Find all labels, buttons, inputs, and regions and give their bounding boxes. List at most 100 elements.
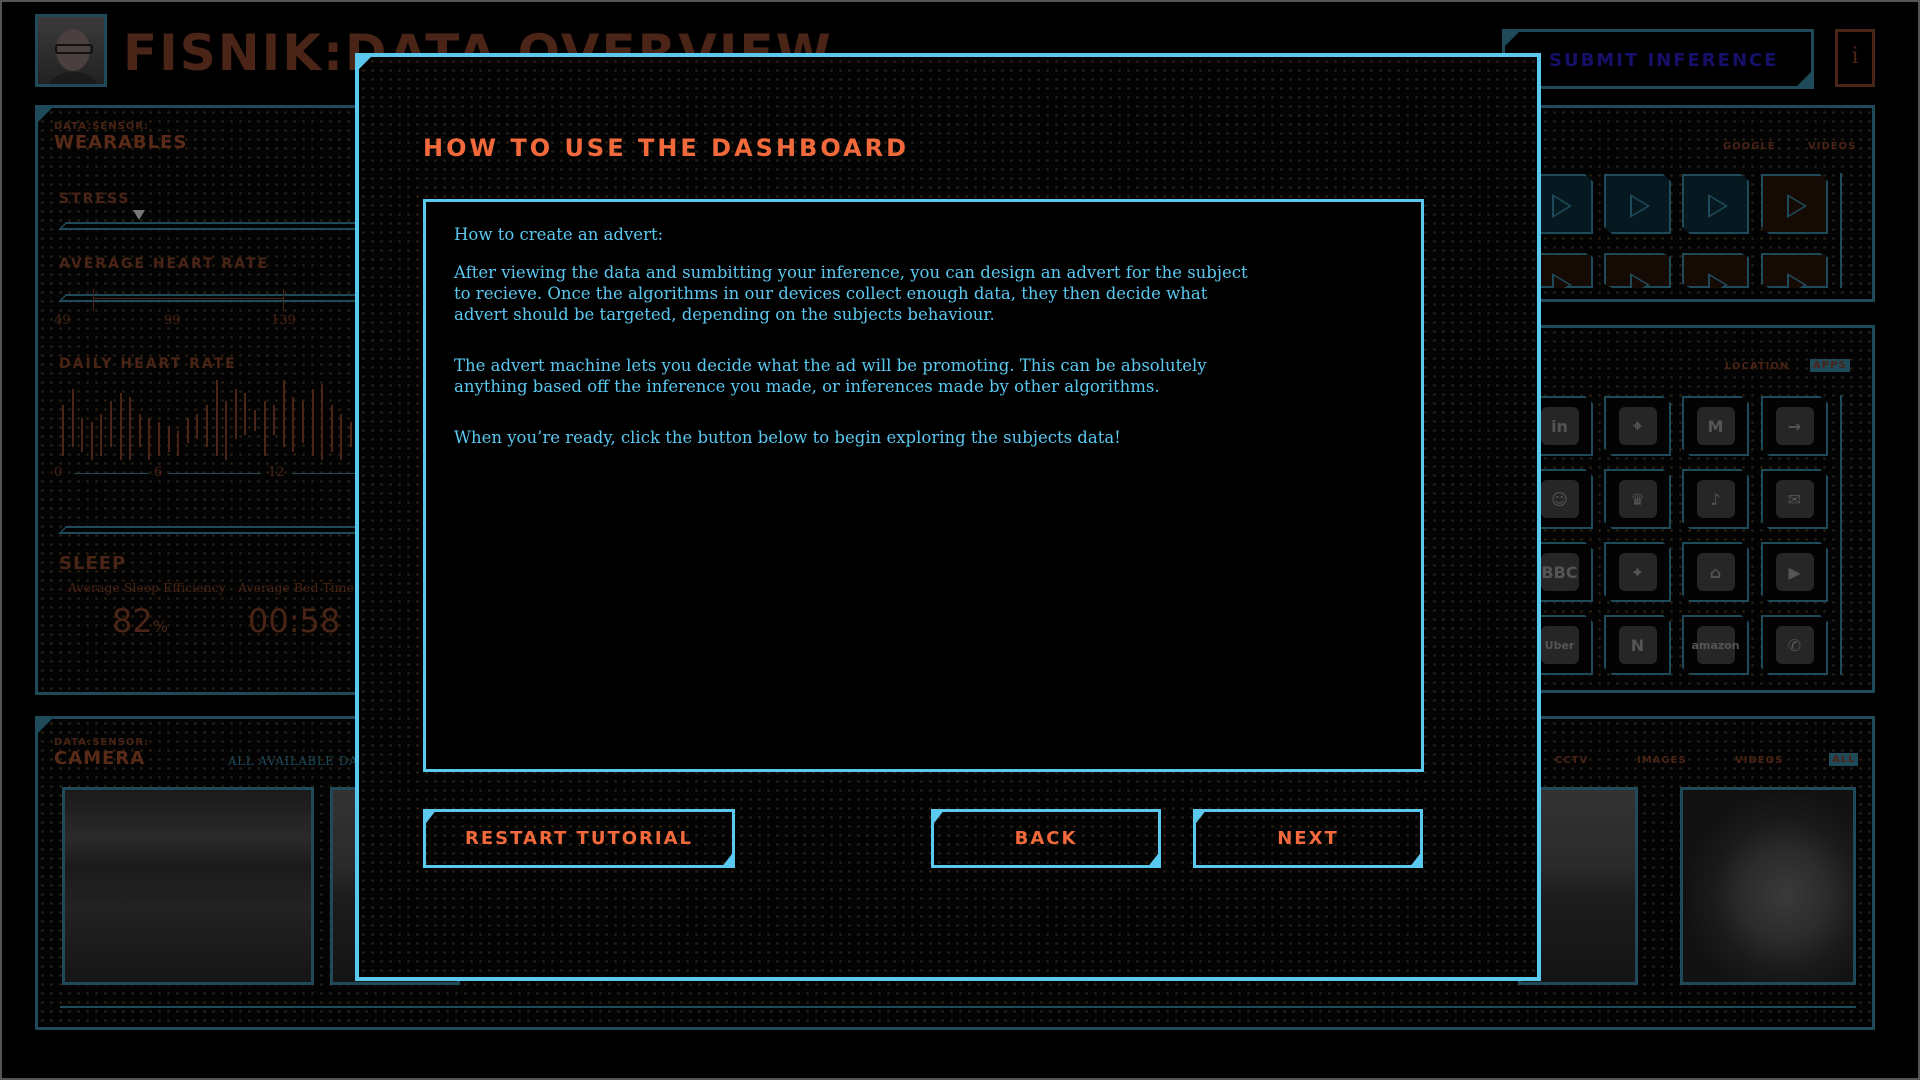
video-tile[interactable] [1682, 174, 1749, 234]
tab-location[interactable]: LOCATION [1725, 361, 1789, 372]
camera-scrollbar[interactable] [60, 1006, 1856, 1008]
app-tile-google-home[interactable]: ⌂ [1682, 542, 1749, 602]
transit-icon: → [1775, 407, 1814, 445]
tab-videos[interactable]: VIDEOS [1735, 755, 1783, 766]
submit-inference-button[interactable]: SUBMIT INFERENCE [1502, 29, 1814, 89]
modal-paragraph: The advert machine lets you decide what … [454, 356, 1207, 396]
corner-decoration [1193, 809, 1207, 827]
heart-rate-bar [215, 380, 218, 456]
hr-max-marker [283, 289, 284, 311]
heart-rate-bar [71, 388, 74, 448]
tab-images[interactable]: IMAGES [1637, 755, 1687, 766]
video-tile[interactable] [1604, 253, 1671, 288]
corner-decoration [355, 53, 375, 73]
modal-heading: How to create an advert: [454, 225, 664, 244]
restart-tutorial-button[interactable]: RESTART TUTORIAL [423, 809, 735, 868]
heart-rate-bar [100, 413, 103, 456]
play-icon [1787, 194, 1807, 218]
mail-icon: ✉ [1775, 480, 1814, 518]
video-scrollbar[interactable] [1840, 173, 1842, 288]
video-tile[interactable] [1604, 174, 1671, 234]
tab-cctv[interactable]: CCTV [1555, 755, 1588, 766]
uber-icon: Uber [1540, 626, 1579, 664]
app-tile-youtube[interactable]: ▶ [1761, 542, 1828, 602]
camera-image-stadium[interactable] [62, 787, 314, 985]
daily-heart-rate-label: DAILY HEART RATE [59, 356, 237, 372]
heart-rate-bar [81, 418, 84, 452]
heart-rate-bar [292, 397, 295, 452]
snapchat-icon: ☺ [1540, 480, 1579, 518]
app-tile-whatsapp[interactable]: ✆ [1761, 615, 1828, 675]
heart-rate-bar [62, 405, 64, 456]
play-icon [1552, 273, 1572, 288]
heart-rate-bar [138, 413, 141, 448]
daily-hr-tick: 12 [268, 465, 285, 480]
heart-rate-bar [321, 384, 324, 460]
app-tile-maps[interactable]: ⌖ [1604, 396, 1671, 456]
stress-label: STRESS [59, 191, 131, 207]
gmail-icon: M [1696, 407, 1735, 445]
app-tile-photos[interactable]: ✦ [1604, 542, 1671, 602]
apps-scrollbar[interactable] [1840, 395, 1842, 675]
play-icon [1708, 273, 1728, 288]
modal-title: HOW TO USE THE DASHBOARD [423, 134, 910, 162]
heart-rate-bar [263, 401, 266, 456]
info-button[interactable]: i [1835, 29, 1875, 87]
app-tile-gmail[interactable]: M [1682, 396, 1749, 456]
tab-google[interactable]: GOOGLE [1723, 141, 1776, 152]
sleep-efficiency-number: 82 [112, 602, 153, 640]
heart-rate-bar [311, 388, 314, 456]
back-label: BACK [1014, 828, 1078, 849]
heart-rate-bar [148, 418, 151, 460]
tab-all[interactable]: ALL [1829, 753, 1859, 766]
heart-rate-bar [90, 422, 93, 460]
corner-decoration [35, 105, 55, 125]
heart-rate-bar [177, 430, 180, 456]
next-button[interactable]: NEXT [1193, 809, 1423, 868]
sleep-efficiency-value: 82% [112, 602, 168, 640]
back-button[interactable]: BACK [931, 809, 1161, 868]
google-home-icon: ⌂ [1696, 553, 1735, 591]
daily-hr-tick: 6 [154, 465, 163, 480]
tiktok-icon: ♪ [1696, 480, 1735, 518]
sleep-label: SLEEP [59, 553, 127, 574]
tab-apps[interactable]: APPS [1810, 359, 1850, 372]
tutorial-modal: HOW TO USE THE DASHBOARD How to create a… [355, 53, 1541, 981]
app-tile-transit[interactable]: → [1761, 396, 1828, 456]
heart-rate-bar [330, 405, 333, 452]
corner-decoration [423, 809, 437, 827]
heart-rate-bar [254, 409, 256, 431]
corner-decoration [1794, 69, 1814, 89]
hr-min-marker [93, 289, 94, 311]
barclays-icon: ♛ [1618, 480, 1657, 518]
tab-videos[interactable]: VIDEOS [1808, 141, 1856, 152]
sleep-efficiency-unit: % [152, 617, 168, 636]
modal-content: How to create an advert: After viewing t… [423, 199, 1424, 772]
avatar-body [42, 72, 104, 84]
video-tile[interactable] [1761, 174, 1828, 234]
heart-rate-bar [340, 413, 343, 460]
sensor-tag: DATA:SENSOR: [54, 737, 150, 748]
app-tile-netflix[interactable]: N [1604, 615, 1671, 675]
whatsapp-icon: ✆ [1775, 626, 1814, 664]
app-tile-barclays[interactable]: ♛ [1604, 469, 1671, 529]
app-tile-amazon[interactable]: amazon [1682, 615, 1749, 675]
video-tile[interactable] [1682, 253, 1749, 288]
wearables-panel: DATA:SENSOR: WEARABLES STRESS AVERAGE HE… [35, 105, 406, 695]
hr-tick: 99 [164, 313, 181, 328]
heart-rate-bar [282, 380, 285, 448]
corner-decoration [721, 850, 735, 868]
video-tile[interactable] [1761, 253, 1828, 288]
photos-icon: ✦ [1618, 553, 1657, 591]
bed-time-value: 00:58 [248, 602, 341, 640]
app-tile-tiktok[interactable]: ♪ [1682, 469, 1749, 529]
sensor-name: WEARABLES [54, 132, 188, 153]
heart-rate-bar [225, 401, 228, 460]
heart-rate-bar [234, 388, 237, 439]
maps-icon: ⌖ [1618, 407, 1657, 445]
youtube-icon: ▶ [1775, 553, 1814, 591]
avatar-glasses [55, 44, 93, 54]
camera-image-food[interactable] [1680, 787, 1856, 985]
app-tile-mail[interactable]: ✉ [1761, 469, 1828, 529]
linkedin-icon: in [1540, 407, 1579, 445]
